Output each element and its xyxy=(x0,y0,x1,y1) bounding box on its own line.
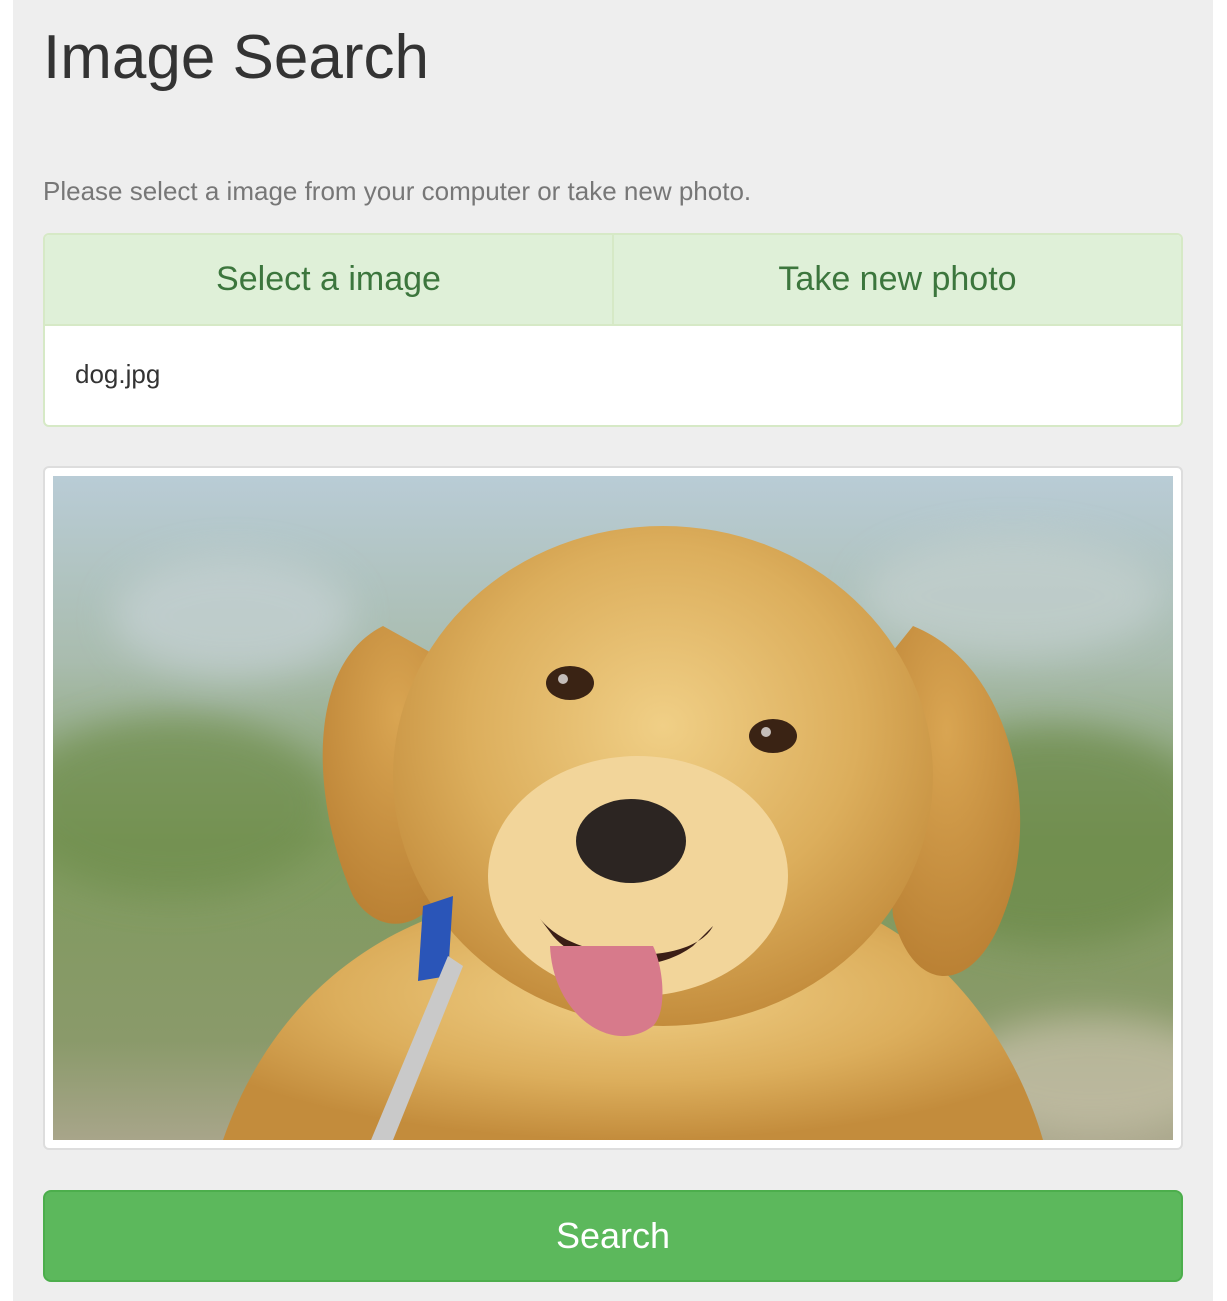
dog-photo xyxy=(53,476,1173,1140)
image-preview-frame xyxy=(43,466,1183,1150)
select-image-tab[interactable]: Select a image xyxy=(45,235,612,324)
image-source-panel: Select a image Take new photo dog.jpg xyxy=(43,233,1183,427)
source-tabs: Select a image Take new photo xyxy=(45,235,1181,326)
selected-file-name: dog.jpg xyxy=(75,359,161,389)
page-container: Image Search Please select a image from … xyxy=(13,0,1213,1301)
search-button[interactable]: Search xyxy=(43,1190,1183,1282)
instruction-text: Please select a image from your computer… xyxy=(43,176,752,206)
page-title: Image Search xyxy=(43,23,429,92)
take-photo-tab[interactable]: Take new photo xyxy=(612,235,1181,324)
